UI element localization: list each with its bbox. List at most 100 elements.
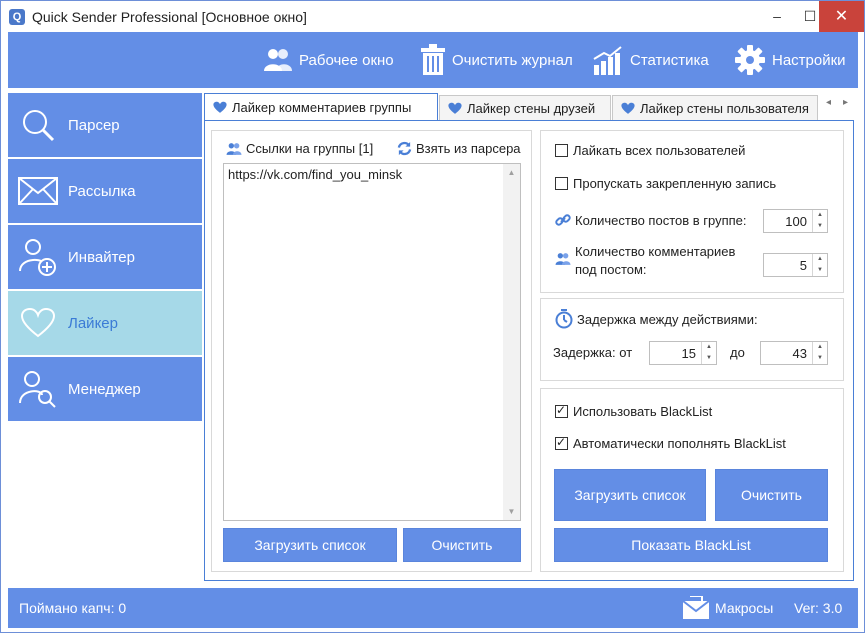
tab-label: Лайкер комментариев группы	[232, 100, 412, 115]
top-toolbar: Рабочее окно Очистить журнал Статистика	[8, 32, 858, 88]
delay-title: Задержка между действиями:	[555, 309, 758, 329]
spin-up-icon[interactable]: ▲	[813, 254, 827, 265]
spin-down-icon[interactable]: ▼	[702, 353, 716, 364]
work-window-button[interactable]: Рабочее окно	[263, 32, 394, 88]
window-title: Quick Sender Professional [Основное окно…	[32, 9, 307, 25]
auto-fill-blacklist-checkbox[interactable]: Автоматически пополнять BlackList	[555, 435, 786, 451]
settings-button[interactable]: Настройки	[734, 32, 846, 88]
sidebar-item-manager[interactable]: Менеджер	[8, 357, 202, 421]
posts-count-spin-buttons[interactable]: ▲ ▼	[812, 210, 827, 232]
comments-count-value: 5	[799, 258, 807, 273]
delay-from-spin-buttons[interactable]: ▲ ▼	[701, 342, 716, 364]
add-user-icon	[19, 239, 56, 276]
envelope-icon	[18, 177, 58, 205]
delay-from-stepper[interactable]: 15 ▲ ▼	[649, 341, 717, 365]
auto-fill-blacklist-label: Автоматически пополнять BlackList	[573, 436, 786, 451]
spin-up-icon[interactable]: ▲	[813, 342, 827, 353]
clear-log-button[interactable]: Очистить журнал	[420, 32, 573, 88]
posts-count-value: 100	[785, 214, 807, 229]
tab-scroll-right-icon[interactable]: ▸	[837, 97, 854, 108]
tab-scroll-arrows: ◂ ▸	[820, 97, 854, 108]
comments-count-text-1: Количество комментариев	[575, 244, 736, 259]
settings-label: Настройки	[772, 51, 846, 69]
clear-list-button[interactable]: Очистить	[403, 528, 521, 562]
tab-user-wall-liker[interactable]: Лайкер стены пользователя	[612, 95, 818, 120]
users-icon	[264, 49, 292, 71]
tab-scroll-left-icon[interactable]: ◂	[820, 97, 837, 108]
clear-log-label: Очистить журнал	[452, 51, 573, 69]
user-search-icon	[19, 371, 56, 408]
spin-up-icon[interactable]: ▲	[702, 342, 716, 353]
title-bar: Q Quick Sender Professional [Основное ок…	[1, 1, 864, 32]
tab-label: Лайкер стены друзей	[467, 100, 596, 116]
skip-pinned-box[interactable]	[555, 177, 568, 190]
tab-friends-wall-liker[interactable]: Лайкер стены друзей	[439, 95, 611, 120]
app-logo-icon: Q	[9, 9, 25, 25]
close-button[interactable]: ✕	[819, 1, 864, 32]
scroll-up-icon[interactable]: ▲	[503, 164, 520, 181]
textarea-scrollbar[interactable]: ▲ ▼	[503, 164, 520, 520]
posts-count-text: Количество постов в группе:	[575, 212, 747, 228]
heart-icon	[448, 102, 462, 114]
load-list-button[interactable]: Загрузить список	[223, 528, 397, 562]
links-label-text: Ссылки на группы [1]	[246, 141, 374, 156]
refresh-icon	[397, 141, 412, 156]
tab-group-comments-liker[interactable]: Лайкер комментариев группы	[204, 93, 438, 121]
macros-button[interactable]: Макросы	[682, 596, 773, 620]
sidebar-item-parser[interactable]: Парсер	[8, 93, 202, 157]
link-icon	[555, 214, 571, 226]
stopwatch-icon	[555, 309, 573, 329]
envelope-icon	[682, 596, 710, 619]
delay-from-value: 15	[681, 346, 696, 361]
version-label: Ver: 3.0	[794, 600, 843, 616]
statistics-button[interactable]: Статистика	[592, 32, 709, 88]
sidebar-item-mailing[interactable]: Рассылка	[8, 159, 202, 223]
comments-count-label: Количество комментариев под постом:	[555, 243, 735, 279]
skip-pinned-checkbox[interactable]: Пропускать закрепленную запись	[555, 176, 776, 191]
like-all-box[interactable]	[555, 144, 568, 157]
comments-count-stepper[interactable]: 5 ▲ ▼	[763, 253, 828, 277]
captcha-counter: Поймано капч: 0	[19, 600, 127, 616]
group-links-text: https://vk.com/find_you_minsk	[228, 167, 403, 182]
delay-to-label: до	[730, 345, 745, 360]
take-from-parser-link[interactable]: Взять из парсера	[397, 141, 521, 156]
auto-fill-blacklist-box[interactable]	[555, 435, 568, 450]
spin-up-icon[interactable]: ▲	[813, 210, 827, 221]
minimize-button[interactable]: ‒	[763, 1, 791, 32]
show-blacklist-button[interactable]: Показать BlackList	[554, 528, 828, 562]
clear-blacklist-button[interactable]: Очистить	[715, 469, 828, 521]
comments-count-text-2: под постом:	[575, 262, 647, 277]
load-blacklist-button[interactable]: Загрузить список	[554, 469, 706, 521]
tab-label: Лайкер стены пользователя	[640, 100, 809, 116]
take-from-parser-label: Взять из парсера	[416, 141, 521, 156]
posts-count-stepper[interactable]: 100 ▲ ▼	[763, 209, 828, 233]
delay-to-spin-buttons[interactable]: ▲ ▼	[812, 342, 827, 364]
like-all-checkbox[interactable]: Лайкать всех пользователей	[555, 143, 745, 158]
use-blacklist-box[interactable]	[555, 403, 568, 418]
heart-icon	[621, 102, 635, 114]
chart-icon	[593, 46, 622, 75]
delay-from-label: Задержка: от	[553, 345, 633, 360]
main-window: Q Quick Sender Professional [Основное ок…	[0, 0, 865, 633]
sidebar-item-label: Лайкер	[68, 314, 118, 332]
like-all-label: Лайкать всех пользователей	[573, 143, 746, 158]
use-blacklist-checkbox[interactable]: Использовать BlackList	[555, 403, 712, 419]
delay-to-value: 43	[792, 346, 807, 361]
sidebar-item-liker[interactable]: Лайкер	[8, 291, 202, 355]
spin-down-icon[interactable]: ▼	[813, 353, 827, 364]
sidebar-item-label: Парсер	[68, 116, 120, 134]
sidebar-item-label: Инвайтер	[68, 248, 135, 266]
spin-down-icon[interactable]: ▼	[813, 221, 827, 232]
comments-count-spin-buttons[interactable]: ▲ ▼	[812, 254, 827, 276]
sidebar-item-inviter[interactable]: Инвайтер	[8, 225, 202, 289]
trash-icon	[421, 44, 445, 75]
heart-icon	[213, 101, 227, 113]
macros-label: Макросы	[715, 600, 774, 616]
gear-icon	[735, 45, 765, 75]
group-links-textarea[interactable]: https://vk.com/find_you_minsk ▲ ▼	[223, 163, 521, 521]
delay-to-stepper[interactable]: 43 ▲ ▼	[760, 341, 828, 365]
scroll-down-icon[interactable]: ▼	[503, 503, 520, 520]
search-icon	[23, 110, 55, 142]
spin-down-icon[interactable]: ▼	[813, 265, 827, 276]
sidebar-item-label: Рассылка	[68, 182, 136, 200]
